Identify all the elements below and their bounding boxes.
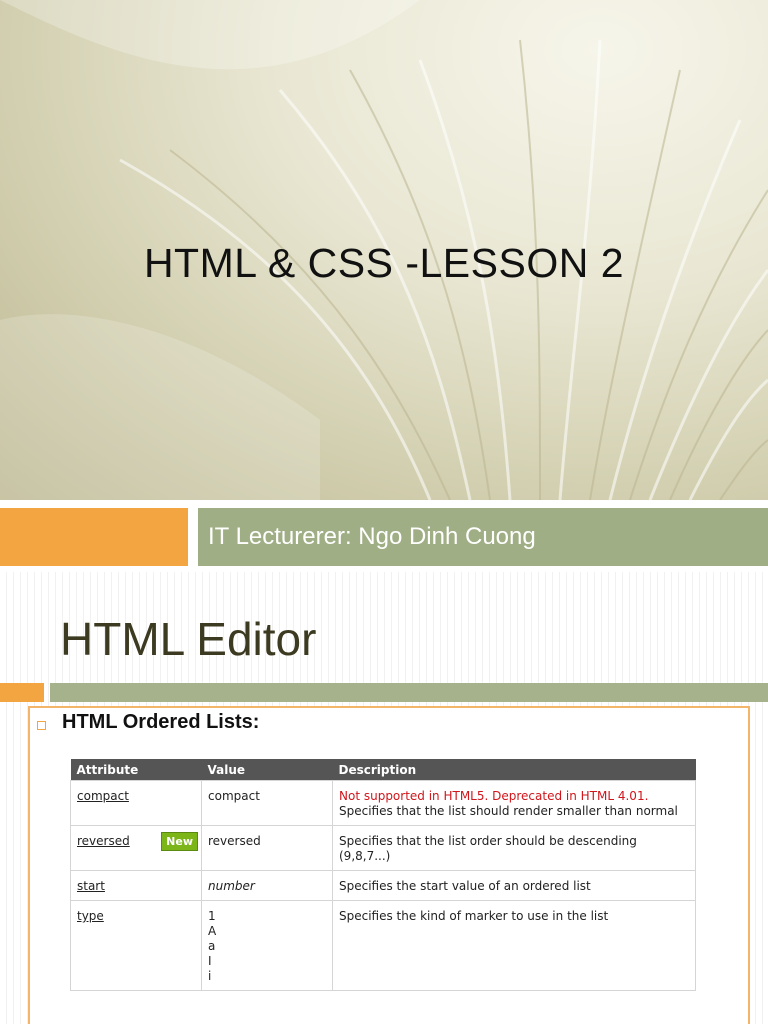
type-value: i: [208, 969, 212, 983]
value-cell: 1 A a I i: [201, 900, 333, 991]
open-book-background: HTML & CSS -LESSON 2: [0, 0, 768, 500]
column-header-attribute: Attribute: [70, 759, 202, 781]
value-cell: number: [201, 870, 333, 901]
accent-block-orange: [0, 508, 188, 566]
attributes-table: Attribute Value Description compact comp…: [70, 759, 696, 991]
slide-title: HTML Editor: [60, 613, 317, 665]
type-value: a: [208, 939, 216, 953]
new-badge: New: [161, 832, 198, 851]
description-cell: Not supported in HTML5. Deprecated in HT…: [332, 780, 696, 826]
title-slide: HTML & CSS -LESSON 2 IT Lecturerer: Ngo …: [0, 0, 768, 572]
bullet-heading: HTML Ordered Lists:: [62, 711, 260, 733]
description-cell: Specifies the kind of marker to use in t…: [332, 900, 696, 991]
attribute-cell: type: [70, 900, 202, 991]
attribute-cell: compact: [70, 780, 202, 826]
attribute-link-compact[interactable]: compact: [77, 789, 129, 803]
description-cell: Specifies the start value of an ordered …: [332, 870, 696, 901]
value-cell: compact: [201, 780, 333, 826]
table-row: start number Specifies the start value o…: [70, 870, 696, 901]
value-cell: reversed: [201, 825, 333, 871]
type-value: 1: [208, 909, 216, 923]
description-cell: Specifies that the list order should be …: [332, 825, 696, 871]
type-value: A: [208, 924, 217, 938]
attribute-cell: reversed New: [70, 825, 202, 871]
table-row: type 1 A a I i Specifies the kind of mar…: [70, 900, 696, 991]
attribute-link-reversed[interactable]: reversed: [77, 834, 130, 848]
attribute-cell: start: [70, 870, 202, 901]
lecturer-name: IT Lecturerer: Ngo Dinh Cuong: [208, 523, 536, 550]
table-header-row: Attribute Value Description: [70, 759, 696, 781]
type-value: I: [208, 954, 212, 968]
table-row: compact compact Not supported in HTML5. …: [70, 780, 696, 826]
bullet-square-icon: [37, 721, 46, 730]
attribute-link-type[interactable]: type: [77, 909, 104, 923]
title-divider-green: [50, 683, 768, 702]
column-header-description: Description: [332, 759, 696, 781]
content-slide: HTML Editor HTML Ordered Lists: Attribut…: [0, 572, 768, 1024]
title-divider-orange: [0, 683, 44, 702]
description-text: Specifies that the list should render sm…: [339, 804, 678, 818]
subtitle-bar: IT Lecturerer: Ngo Dinh Cuong: [198, 508, 768, 566]
attribute-link-start[interactable]: start: [77, 879, 105, 893]
deprecation-warning: Not supported in HTML5. Deprecated in HT…: [339, 789, 649, 803]
column-header-value: Value: [201, 759, 333, 781]
presentation-title: HTML & CSS -LESSON 2: [143, 240, 625, 286]
table-row: reversed New reversed Specifies that the…: [70, 825, 696, 871]
